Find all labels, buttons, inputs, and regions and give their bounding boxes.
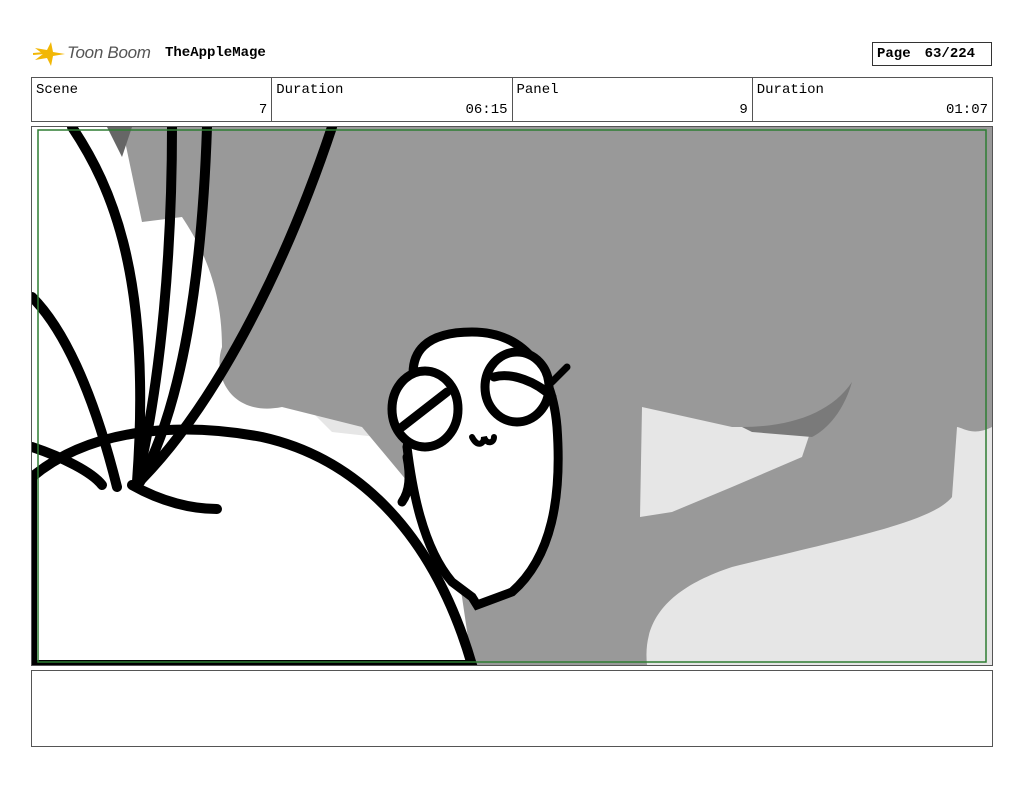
panel-duration-label: Duration: [756, 82, 824, 98]
page-label: Page: [877, 46, 911, 62]
project-title: TheAppleMage: [165, 45, 266, 61]
panel-value: 9: [739, 102, 748, 118]
logo-text: Toon Boom: [67, 43, 151, 62]
panel-cell: Panel 9: [513, 78, 753, 121]
panel-drawing: [32, 127, 992, 665]
scene-duration-label: Duration: [276, 82, 344, 98]
page-indicator: Page 63/224: [872, 42, 992, 66]
panel-label: Panel: [516, 82, 559, 98]
page-value: 63/224: [924, 46, 976, 62]
scene-label: Scene: [36, 82, 79, 98]
scene-value: 7: [258, 102, 268, 118]
panel-notes[interactable]: [31, 670, 993, 747]
scene-cell: Scene 7: [32, 78, 273, 121]
panel-duration-value: 01:07: [945, 102, 988, 118]
panel-duration-cell: Duration 01:07: [753, 78, 992, 121]
scene-duration-value: 06:15: [465, 102, 508, 118]
storyboard-panel: [31, 126, 993, 666]
info-table: Scene 7 Duration 06:15 Panel 9 Duration …: [31, 77, 993, 122]
scene-duration-cell: Duration 06:15: [272, 78, 513, 121]
